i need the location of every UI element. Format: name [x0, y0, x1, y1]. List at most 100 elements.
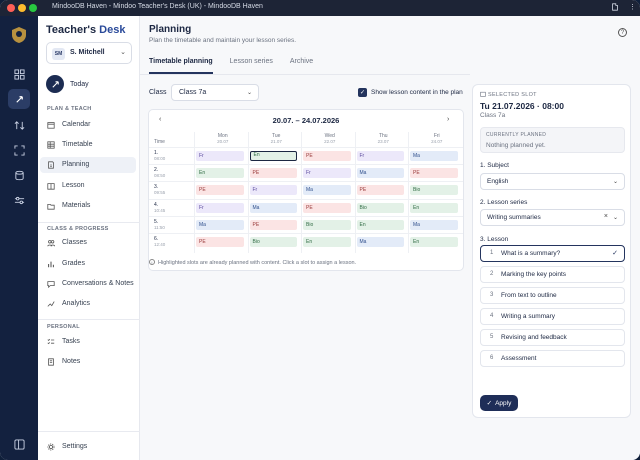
grid-line — [149, 181, 463, 183]
timetable-slot[interactable]: Fr — [303, 168, 351, 179]
grid-line — [354, 132, 356, 254]
lesson-option[interactable]: 4 Writing a summary — [480, 308, 625, 325]
window-title: MindooDB Haven - Mindoo Teacher's Desk (… — [52, 3, 263, 10]
slot-panel: SELECTED SLOT Tu 21.07.2026 · 08:00 Clas… — [472, 84, 631, 418]
lesson-option[interactable]: 3 From text to outline — [480, 287, 625, 304]
extensions-icon[interactable] — [611, 3, 619, 13]
timetable-slot[interactable]: PE — [303, 202, 351, 213]
sidebar-item-materials[interactable]: Materials — [40, 198, 136, 214]
series-label: 2. Lesson series — [480, 199, 528, 206]
show-content-label[interactable]: Show lesson content in the plan — [371, 89, 463, 96]
user-switcher[interactable]: SM S. Mitchell ⌄ — [46, 42, 132, 64]
close-window-button[interactable] — [7, 4, 15, 12]
timetable-slot[interactable]: En — [410, 202, 458, 213]
timetable-slot[interactable]: Ma — [356, 237, 404, 247]
divider — [38, 222, 140, 223]
timetable-slot[interactable]: PE — [410, 168, 458, 179]
sidebar-item-classes[interactable]: Classes — [40, 235, 136, 251]
grid-line — [149, 164, 463, 166]
rail-scan-icon[interactable] — [8, 140, 30, 160]
brand-title: Teacher's Desk — [46, 24, 126, 36]
timetable-slot[interactable]: Bio — [356, 202, 404, 213]
sidebar-item-conversations[interactable]: Conversations & Notes — [40, 276, 136, 292]
sidebar-item-grades[interactable]: Grades — [40, 256, 136, 272]
timetable-slot[interactable]: En — [196, 168, 244, 179]
timetable-slot[interactable]: En — [410, 237, 458, 247]
sidebar-item-calendar[interactable]: Calendar — [40, 117, 136, 133]
class-select[interactable]: Class 7a ⌄ — [171, 84, 259, 101]
timetable-slot[interactable]: Ma — [303, 185, 351, 196]
rail-sliders-icon[interactable] — [8, 190, 30, 210]
timetable-slot[interactable]: Fr — [196, 151, 244, 161]
lesson-icon — [47, 183, 55, 190]
timetable-slot[interactable]: Ma — [410, 219, 458, 230]
slot-date: Tu 21.07.2026 · 08:00 — [480, 101, 564, 111]
timetable-slot[interactable]: Ma — [356, 168, 404, 179]
sidebar-item-notes[interactable]: Notes — [40, 354, 136, 370]
timetable-slot[interactable]: Fr — [356, 151, 404, 161]
grid-line — [149, 215, 463, 217]
show-content-checkbox[interactable]: ✓ — [358, 88, 367, 97]
tab-timetable-planning[interactable]: Timetable planning — [149, 58, 213, 74]
sidebar-item-timetable[interactable]: Timetable — [40, 137, 136, 153]
lesson-option[interactable]: 1 What is a summary? ✓ — [480, 245, 625, 262]
period-label: 1. 08:00 — [154, 150, 166, 161]
more-menu-icon[interactable]: ⋮ — [629, 3, 636, 11]
checklist-icon — [47, 338, 55, 345]
rail-toggle-sidebar-icon[interactable] — [8, 434, 30, 454]
week-range: 20.07. – 24.07.2026 — [272, 116, 340, 125]
timetable-slot[interactable]: PE — [249, 219, 297, 230]
rail-rocket-icon[interactable] — [8, 89, 30, 109]
timetable-icon — [47, 141, 55, 149]
users-icon — [47, 240, 55, 247]
tab-lesson-series[interactable]: Lesson series — [230, 58, 273, 74]
check-icon: ✓ — [486, 400, 493, 407]
timetable-slot[interactable]: PE — [303, 151, 351, 161]
rail-sync-icon[interactable] — [8, 115, 30, 135]
minimize-window-button[interactable] — [18, 4, 26, 12]
page-subtitle: Plan the timetable and maintain your les… — [149, 37, 297, 44]
timetable-slot[interactable]: PE — [356, 185, 404, 196]
timetable-slot[interactable]: En — [303, 237, 351, 247]
lesson-option[interactable]: 2 Marking the key points — [480, 266, 625, 283]
timetable-slot[interactable]: Fr — [249, 185, 297, 196]
sidebar-item-planning[interactable]: Planning — [40, 157, 136, 173]
time-column-header: Time — [154, 139, 165, 145]
help-icon[interactable]: ? — [618, 28, 627, 37]
main-content: Planning Plan the timetable and maintain… — [140, 16, 640, 460]
rail-database-icon[interactable] — [8, 165, 30, 185]
timetable-slot[interactable]: Ma — [249, 202, 297, 213]
sidebar-item-settings[interactable]: Settings — [40, 439, 136, 455]
apply-button[interactable]: ✓ Apply — [480, 395, 518, 411]
maximize-window-button[interactable] — [29, 4, 37, 12]
clear-icon[interactable]: × — [604, 213, 608, 220]
lesson-option[interactable]: 6 Assessment — [480, 350, 625, 367]
timetable-slot[interactable]: Bio — [249, 237, 297, 247]
timetable-slot[interactable]: PE — [196, 185, 244, 196]
timetable-slot[interactable]: PE — [249, 168, 297, 179]
lesson-option[interactable]: 5 Revising and feedback — [480, 329, 625, 346]
timetable-slot[interactable]: Bio — [303, 219, 351, 230]
timetable-slot[interactable]: En — [356, 219, 404, 230]
timetable-slot[interactable]: Bio — [410, 185, 458, 196]
calendar-icon — [47, 122, 55, 129]
day-header: Fri 24.07 — [431, 133, 443, 144]
sidebar-item-analytics[interactable]: Analytics — [40, 296, 136, 312]
tab-archive[interactable]: Archive — [290, 58, 313, 74]
timetable-slot[interactable]: PE — [196, 237, 244, 247]
rail-dashboard-icon[interactable] — [8, 64, 30, 84]
avatar: SM — [52, 48, 65, 60]
timetable-slot[interactable]: Fr — [196, 202, 244, 213]
timetable-slot[interactable]: Ma — [196, 219, 244, 230]
timetable-slot[interactable]: Ma — [410, 151, 458, 161]
tab-underline — [140, 74, 470, 75]
sidebar-item-lesson[interactable]: Lesson — [40, 178, 136, 194]
series-select[interactable]: Writing summaries × ⌄ — [480, 209, 625, 226]
subject-select[interactable]: English ⌄ — [480, 173, 625, 190]
timetable-slot[interactable]: En — [249, 151, 297, 161]
sidebar-item-today[interactable]: Today — [46, 74, 89, 94]
title-bar: MindooDB Haven - Mindoo Teacher's Desk (… — [0, 0, 640, 16]
note-icon — [48, 358, 54, 366]
next-week-icon[interactable]: › — [447, 116, 449, 123]
sidebar-item-tasks[interactable]: Tasks — [40, 334, 136, 350]
